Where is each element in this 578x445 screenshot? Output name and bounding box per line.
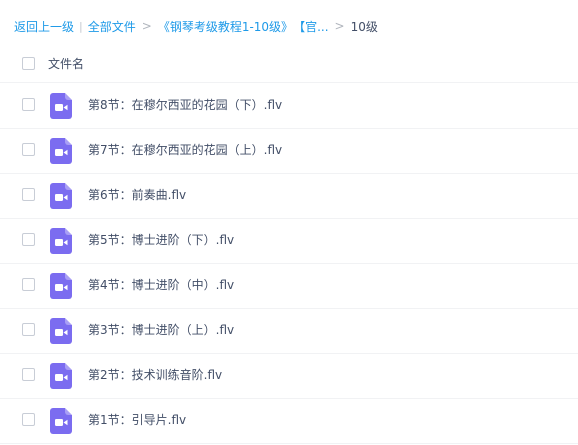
file-name[interactable]: 第6节：前奏曲.flv — [88, 186, 186, 203]
video-file-icon — [50, 138, 72, 164]
file-row[interactable]: 第1节：引导片.flv — [0, 398, 578, 444]
file-checkbox[interactable] — [22, 233, 35, 246]
video-file-icon — [50, 183, 72, 209]
file-checkbox[interactable] — [22, 413, 35, 426]
file-checkbox[interactable] — [22, 278, 35, 291]
file-name[interactable]: 第2节：技术训练音阶.flv — [88, 366, 222, 383]
video-file-icon — [50, 273, 72, 299]
select-all-checkbox[interactable] — [22, 57, 35, 70]
file-name[interactable]: 第3节：博士进阶（上）.flv — [88, 321, 234, 338]
file-checkbox[interactable] — [22, 98, 35, 111]
breadcrumb-folder-1[interactable]: 《钢琴考级教程1-10级》 — [158, 18, 293, 35]
file-row[interactable]: 第2节：技术训练音阶.flv — [0, 353, 578, 399]
file-browser: 返回上一级 | 全部文件 > 《钢琴考级教程1-10级》 【官... > 10级… — [0, 0, 578, 445]
back-link[interactable]: 返回上一级 — [14, 18, 74, 35]
file-checkbox[interactable] — [22, 323, 35, 336]
breadcrumb-folder-2[interactable]: 【官... — [293, 18, 328, 35]
video-file-icon — [50, 408, 72, 434]
file-name[interactable]: 第4节：博士进阶（中）.flv — [88, 276, 234, 293]
table-header: 文件名 — [0, 44, 578, 83]
file-checkbox[interactable] — [22, 143, 35, 156]
column-header-filename[interactable]: 文件名 — [48, 55, 84, 72]
file-row[interactable]: 第4节：博士进阶（中）.flv — [0, 263, 578, 309]
file-name[interactable]: 第1节：引导片.flv — [88, 411, 186, 428]
file-row[interactable]: 第5节：博士进阶（下）.flv — [0, 218, 578, 264]
file-name[interactable]: 第7节：在穆尔西亚的花园（上）.flv — [88, 141, 282, 158]
file-name[interactable]: 第5节：博士进阶（下）.flv — [88, 231, 234, 248]
breadcrumb-all-files[interactable]: 全部文件 — [88, 18, 136, 35]
file-row[interactable]: 第7节：在穆尔西亚的花园（上）.flv — [0, 128, 578, 174]
breadcrumb-separator-icon: > — [334, 19, 345, 33]
breadcrumb-separator-icon: > — [141, 19, 152, 33]
breadcrumb-divider: | — [79, 19, 83, 33]
file-name[interactable]: 第8节：在穆尔西亚的花园（下）.flv — [88, 96, 282, 113]
video-file-icon — [50, 318, 72, 344]
file-row[interactable]: 第8节：在穆尔西亚的花园（下）.flv — [0, 83, 578, 129]
video-file-icon — [50, 228, 72, 254]
breadcrumb: 返回上一级 | 全部文件 > 《钢琴考级教程1-10级》 【官... > 10级 — [14, 16, 378, 36]
file-checkbox[interactable] — [22, 368, 35, 381]
video-file-icon — [50, 93, 72, 119]
file-row[interactable]: 第6节：前奏曲.flv — [0, 173, 578, 219]
video-file-icon — [50, 363, 72, 389]
file-row[interactable]: 第3节：博士进阶（上）.flv — [0, 308, 578, 354]
breadcrumb-current: 10级 — [350, 19, 378, 34]
file-checkbox[interactable] — [22, 188, 35, 201]
